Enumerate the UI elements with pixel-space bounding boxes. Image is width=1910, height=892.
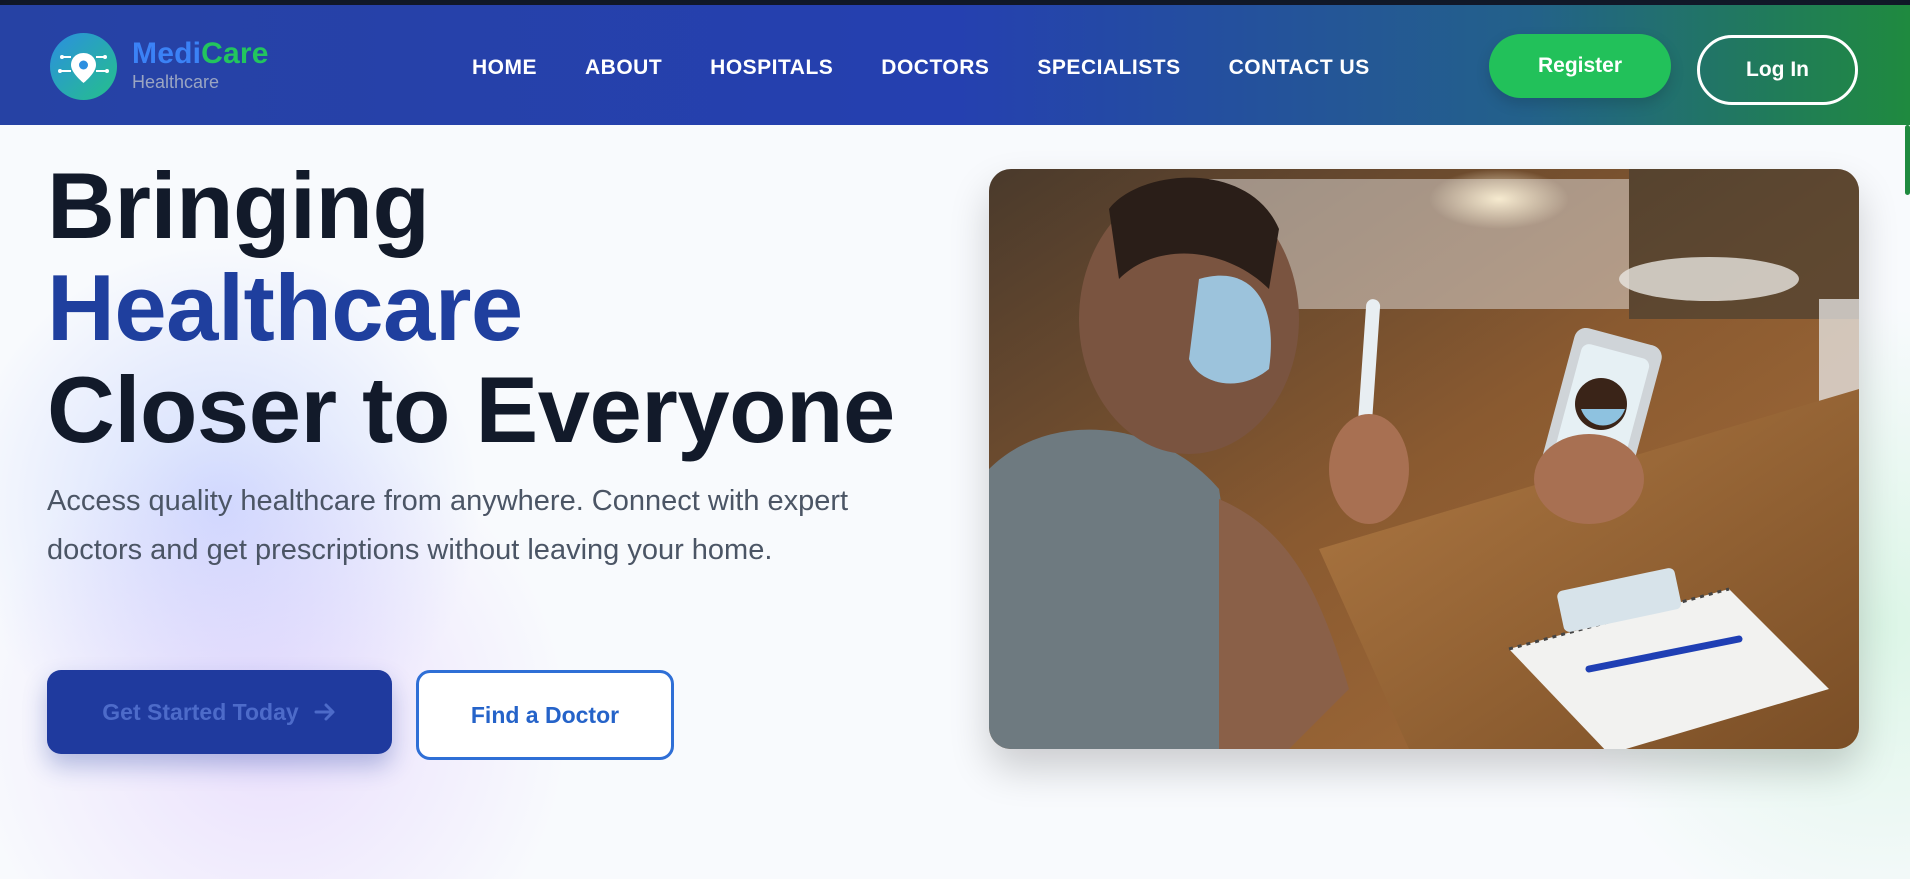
- brand-block[interactable]: MediCare Healthcare: [132, 39, 269, 93]
- nav-hospitals[interactable]: HOSPITALS: [710, 56, 833, 80]
- brand-name-care: Care: [201, 37, 269, 70]
- arrow-right-icon: [313, 700, 337, 724]
- nav-about[interactable]: ABOUT: [585, 56, 662, 80]
- top-navbar: MediCare Healthcare HOME ABOUT HOSPITALS…: [0, 5, 1910, 125]
- get-started-label: Get Started Today: [102, 698, 299, 725]
- headline-line-2: Healthcare: [47, 255, 523, 360]
- brand-name: MediCare: [132, 39, 269, 69]
- nav-doctors[interactable]: DOCTORS: [881, 56, 989, 80]
- nav-home[interactable]: HOME: [472, 56, 537, 80]
- page-bottom-band: [0, 879, 1910, 892]
- get-started-button[interactable]: Get Started Today: [47, 670, 392, 754]
- hero-section: Bringing Healthcare Closer to Everyone A…: [0, 125, 1910, 879]
- hero-telemedicine-photo: [989, 169, 1859, 749]
- main-nav: HOME ABOUT HOSPITALS DOCTORS SPECIALISTS…: [472, 56, 1418, 80]
- login-button[interactable]: Log In: [1697, 35, 1858, 105]
- nav-contact-us[interactable]: CONTACT US: [1229, 56, 1370, 80]
- hero-subtext: Access quality healthcare from anywhere.…: [47, 485, 849, 566]
- nav-specialists[interactable]: SPECIALISTS: [1037, 56, 1180, 80]
- brand-name-medi: Medi: [132, 37, 202, 70]
- find-doctor-button[interactable]: Find a Doctor: [416, 670, 674, 760]
- page-scrollbar-thumb[interactable]: [1905, 125, 1910, 195]
- headline-line-1: Bringing: [47, 153, 430, 258]
- brand-tagline: Healthcare: [132, 72, 220, 92]
- register-button[interactable]: Register: [1489, 34, 1671, 98]
- hero-headline: Bringing Healthcare Closer to Everyone: [47, 155, 895, 461]
- logo-location-pin-icon[interactable]: [50, 33, 117, 100]
- headline-line-3: Closer to Everyone: [47, 357, 895, 462]
